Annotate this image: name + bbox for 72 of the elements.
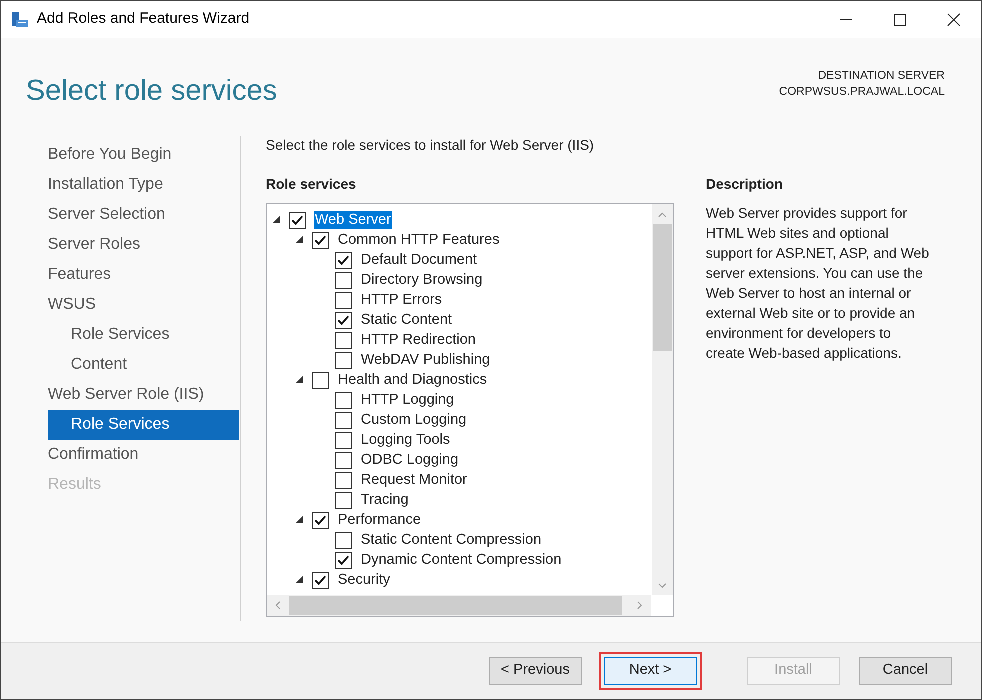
wizard-button[interactable]: Cancel: [859, 657, 952, 685]
page-title: Select role services: [26, 74, 278, 109]
nav-item[interactable]: WSUS: [48, 290, 239, 320]
tree-item[interactable]: HTTP Redirection: [360, 331, 477, 349]
expanded-triangle-icon[interactable]: [296, 576, 304, 584]
nav-item[interactable]: Installation Type: [48, 170, 239, 200]
horizontal-scrollbar[interactable]: [267, 595, 651, 616]
description-text: Web Server provides support for HTML Web sites and optional support for ASP.NET, ASP, and Web server extensions. You can use the Web Server to host an internal or external Web site or to provide an environment for developers to create Web-based applications.: [706, 204, 930, 363]
nav-item[interactable]: Content: [48, 350, 239, 380]
nav-item[interactable]: Role Services: [48, 320, 239, 350]
checkbox[interactable]: [312, 572, 329, 588]
tree-item[interactable]: Performance: [337, 511, 422, 529]
expanded-triangle-icon[interactable]: [296, 516, 304, 524]
checkbox[interactable]: [335, 332, 352, 348]
expanded-triangle-icon[interactable]: [296, 376, 304, 384]
expanded-triangle-icon[interactable]: [296, 236, 304, 244]
checkbox[interactable]: [335, 452, 352, 468]
nav-item[interactable]: Features: [48, 260, 239, 290]
destination-label: DESTINATION SERVER: [818, 69, 945, 84]
checkbox[interactable]: [312, 512, 329, 528]
nav-item[interactable]: Server Selection: [48, 200, 239, 230]
scrollbar-thumb[interactable]: [289, 596, 622, 615]
section-heading: Role services: [266, 175, 358, 194]
wizard-button[interactable]: < Previous: [489, 657, 582, 685]
checkbox[interactable]: [335, 292, 352, 308]
close-icon[interactable]: [947, 12, 961, 26]
checkbox[interactable]: [335, 252, 352, 268]
nav-item[interactable]: Server Roles: [48, 230, 239, 260]
checkbox[interactable]: [335, 552, 352, 568]
nav-item[interactable]: Before You Begin: [48, 140, 239, 170]
checkbox[interactable]: [335, 272, 352, 288]
checkbox[interactable]: [335, 432, 352, 448]
tree-item[interactable]: Custom Logging: [360, 411, 468, 429]
checkbox[interactable]: [312, 232, 329, 248]
tree-item[interactable]: Security: [337, 571, 392, 589]
tree-item[interactable]: WebDAV Publishing: [360, 351, 492, 369]
checkbox[interactable]: [335, 472, 352, 488]
scrollbar-thumb[interactable]: [653, 224, 672, 351]
tree-item[interactable]: Dynamic Content Compression: [360, 551, 563, 569]
destination-server: CORPWSUS.PRAJWAL.LOCAL: [779, 85, 945, 100]
checkbox[interactable]: [312, 372, 329, 388]
maximize-icon[interactable]: [893, 12, 907, 26]
app-icon: [11, 10, 29, 28]
tree-item[interactable]: Static Content Compression: [360, 531, 543, 549]
nav-item[interactable]: Web Server Role (IIS): [48, 380, 239, 410]
tree-item[interactable]: Default Document: [360, 251, 478, 269]
window-title: Add Roles and Features Wizard: [37, 9, 250, 30]
tree-item[interactable]: ODBC Logging: [360, 451, 460, 469]
tree-item[interactable]: Directory Browsing: [360, 271, 484, 289]
checkbox[interactable]: [335, 532, 352, 548]
description-heading: Description: [706, 175, 784, 194]
tree-item[interactable]: Health and Diagnostics: [337, 371, 488, 389]
nav-item[interactable]: Role Services: [48, 410, 239, 440]
tree-item[interactable]: Logging Tools: [360, 431, 452, 449]
checkbox[interactable]: [335, 392, 352, 408]
wizard-button[interactable]: Next >: [604, 657, 697, 685]
tree-item[interactable]: Web Server: [314, 211, 392, 229]
tree-item[interactable]: Common HTTP Features: [337, 231, 501, 249]
vertical-scrollbar[interactable]: [652, 204, 673, 595]
tree-item[interactable]: HTTP Errors: [360, 291, 444, 309]
nav-item[interactable]: Confirmation: [48, 440, 239, 470]
tree-item[interactable]: HTTP Logging: [360, 391, 456, 409]
checkbox[interactable]: [335, 352, 352, 368]
checkbox[interactable]: [335, 492, 352, 508]
expanded-triangle-icon[interactable]: [273, 216, 281, 224]
checkbox[interactable]: [289, 212, 306, 228]
tree-item[interactable]: Static Content: [360, 311, 454, 329]
tree-item[interactable]: Tracing: [360, 491, 410, 509]
checkbox[interactable]: [335, 312, 352, 328]
checkbox[interactable]: [335, 412, 352, 428]
tree-item[interactable]: Request Monitor: [360, 471, 468, 489]
instruction-text: Select the role services to install for Web Server (IIS): [266, 137, 596, 153]
